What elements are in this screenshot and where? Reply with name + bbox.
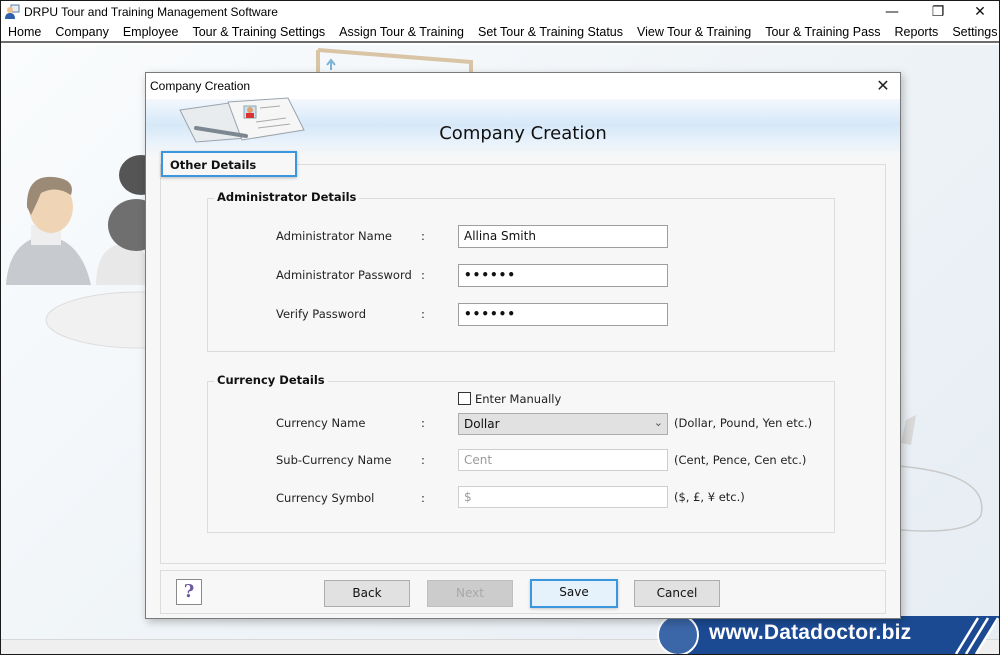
help-button[interactable]: ? — [176, 579, 202, 605]
menu-assign-tour-training[interactable]: Assign Tour & Training — [332, 25, 471, 39]
help-question-icon: ? — [183, 581, 195, 602]
menu-view-tour-training[interactable]: View Tour & Training — [630, 25, 758, 39]
brand-url: www.Datadoctor.biz — [709, 621, 912, 644]
admin-name-input[interactable]: Allina Smith — [458, 225, 668, 248]
menu-reports[interactable]: Reports — [888, 25, 946, 39]
dialog-header: Company Creation — [146, 97, 900, 157]
menu-set-tour-training-status[interactable]: Set Tour & Training Status — [471, 25, 630, 39]
sub-currency-name-input[interactable]: Cent — [458, 449, 668, 471]
verify-password-colon: : — [421, 307, 425, 321]
menu-bar: Home Company Employee Tour & Training Se… — [1, 23, 999, 43]
admin-name-label: Administrator Name — [276, 229, 392, 243]
currency-name-hint: (Dollar, Pound, Yen etc.) — [674, 416, 813, 430]
dialog-title: Company Creation — [150, 79, 251, 93]
enter-manually-label[interactable]: Enter Manually — [475, 392, 561, 406]
menu-tour-training-pass[interactable]: Tour & Training Pass — [758, 25, 887, 39]
close-icon: ✕ — [876, 76, 890, 95]
cancel-button[interactable]: Cancel — [634, 580, 720, 607]
dialog-footer — [160, 570, 886, 614]
back-button[interactable]: Back — [324, 580, 410, 607]
sub-currency-name-label: Sub-Currency Name — [276, 453, 392, 467]
administrator-details-legend: Administrator Details — [214, 190, 360, 204]
menu-tour-training-settings[interactable]: Tour & Training Settings — [185, 25, 332, 39]
sub-currency-name-hint: (Cent, Pence, Cen etc.) — [674, 453, 807, 467]
dialog-close-button[interactable]: ✕ — [872, 75, 894, 97]
admin-password-colon: : — [421, 268, 425, 282]
admin-password-label: Administrator Password — [276, 268, 412, 282]
currency-symbol-label: Currency Symbol — [276, 491, 375, 505]
currency-name-label: Currency Name — [276, 416, 366, 430]
currency-name-value: Dollar — [464, 417, 500, 431]
menu-company[interactable]: Company — [48, 25, 116, 39]
menu-home[interactable]: Home — [1, 25, 48, 39]
admin-password-input[interactable]: •••••• — [458, 264, 668, 287]
menu-settings[interactable]: Settings — [945, 25, 999, 39]
restore-icon: ❐ — [931, 4, 945, 20]
menu-employee[interactable]: Employee — [116, 25, 186, 39]
admin-name-colon: : — [421, 229, 425, 243]
currency-symbol-hint: ($, £, ¥ etc.) — [674, 490, 745, 504]
save-button[interactable]: Save — [530, 579, 618, 608]
app-window: DRPU Tour and Training Management Softwa… — [0, 0, 1000, 655]
currency-symbol-colon: : — [421, 491, 425, 505]
app-logo-icon — [5, 4, 20, 19]
chevron-down-icon: ⌄ — [653, 416, 663, 429]
maximize-button[interactable]: ❐ — [915, 1, 961, 23]
currency-symbol-input[interactable]: $ — [458, 486, 668, 508]
tab-other-details[interactable]: Other Details — [161, 151, 297, 177]
company-creation-dialog: Company Creation ✕ Company Creation Othe… — [145, 72, 901, 619]
app-title: DRPU Tour and Training Management Softwa… — [24, 5, 278, 19]
verify-password-label: Verify Password — [276, 307, 366, 321]
minimize-button[interactable]: — — [869, 1, 915, 23]
next-button[interactable]: Next — [427, 580, 513, 607]
people-illustration — [6, 155, 151, 349]
currency-name-select[interactable]: Dollar ⌄ — [458, 413, 668, 435]
currency-details-legend: Currency Details — [214, 373, 328, 387]
close-button[interactable]: ✕ — [957, 1, 999, 23]
enter-manually-checkbox[interactable] — [458, 392, 471, 405]
dialog-heading: Company Creation — [146, 123, 900, 144]
minimize-icon: — — [885, 4, 899, 20]
currency-name-colon: : — [421, 416, 425, 430]
sub-currency-name-colon: : — [421, 453, 425, 467]
verify-password-input[interactable]: •••••• — [458, 303, 668, 326]
close-icon: ✕ — [974, 4, 986, 20]
dialog-heading-text: Company Creation — [439, 123, 607, 144]
title-bar: DRPU Tour and Training Management Softwa… — [1, 1, 999, 23]
